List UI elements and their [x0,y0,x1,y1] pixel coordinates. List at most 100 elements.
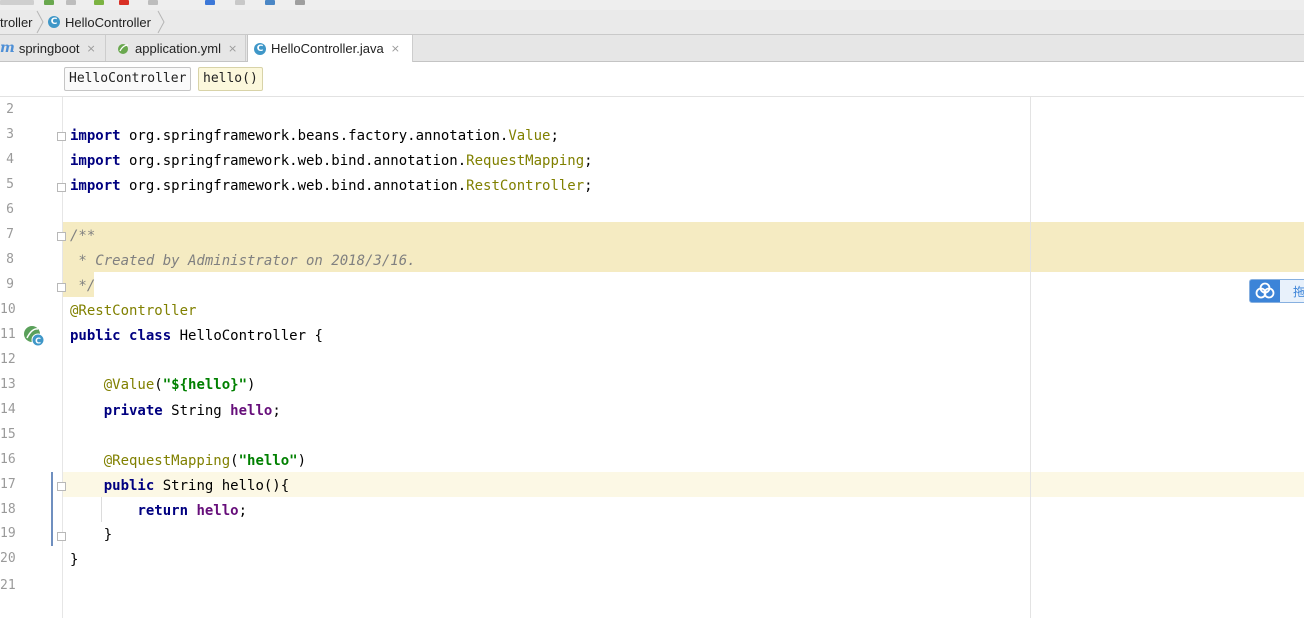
fold-marker-icon[interactable] [57,232,66,241]
breadcrumb-item-class[interactable]: C HelloController [48,10,151,34]
code-line-16[interactable]: @RequestMapping("hello") [70,449,306,474]
paren: ( [154,377,163,393]
line-number: 7 [6,227,14,242]
breadcrumb-label: HelloController [65,14,151,30]
line-number: 14 [0,402,16,417]
tab-application-yml[interactable]: application.yml × [111,35,246,61]
keyword: return [137,503,189,519]
line-number: 16 [0,452,16,467]
code-line-7[interactable]: /** [70,224,95,249]
keyword: import [70,178,121,194]
fold-marker-icon[interactable] [57,132,66,141]
semicolon: ; [550,128,559,144]
code-line-14[interactable]: private String hello; [70,399,281,424]
annotation: @Value [103,377,155,393]
structure-crumb-method[interactable]: hello() [198,67,263,91]
code-line-18[interactable]: return hello; [70,499,247,524]
structure-crumb-class[interactable]: HelloController [64,67,192,91]
import-class: RestController [466,178,585,194]
line-number: 15 [0,427,16,442]
code-line-11[interactable]: public class HelloController { [70,324,323,349]
stop-icon[interactable] [119,0,129,5]
code-line-9[interactable]: */ [70,274,95,299]
line-number: 19 [0,526,16,541]
right-margin-guide [1030,97,1031,618]
semicolon: ; [238,503,248,519]
class-declaration: HelloController { [171,328,323,344]
search-everywhere-icon[interactable] [295,0,305,5]
paren: ) [247,377,256,393]
keyword: public [70,328,121,344]
fold-marker-icon[interactable] [57,283,66,292]
breadcrumb-separator-icon [157,10,165,34]
breadcrumb-label: troller [0,14,33,30]
type-name: String [162,403,231,419]
keyword: private [103,403,163,419]
closing-brace: } [103,527,113,543]
code-line-13[interactable]: @Value("${hello}") [70,373,256,398]
paren: ( [230,453,239,469]
line-number: 5 [6,177,14,192]
package-text: org.springframework.web.bind.annotation. [120,153,467,169]
code-line-20[interactable]: } [70,548,78,573]
field-name: hello [230,403,273,419]
fold-marker-icon[interactable] [57,183,66,192]
floating-cloud-widget[interactable]: 拖 [1249,279,1304,303]
import-class: RequestMapping [466,153,585,169]
close-icon[interactable]: × [228,42,237,55]
field-name: hello [196,503,239,519]
code-line-19[interactable]: } [70,523,112,548]
floating-widget-label: 拖 [1293,285,1304,299]
change-marker[interactable] [51,472,53,546]
code-line-8[interactable]: * Created by Administrator on 2018/3/16. [70,249,415,274]
line-number: 13 [0,377,16,392]
line-number: 2 [6,102,14,117]
build-icon[interactable] [148,0,158,5]
package-text: org.springframework.web.bind.annotation. [120,178,467,194]
line-number: 10 [0,302,16,317]
tab-label: springboot [18,40,80,56]
keyword: import [70,128,121,144]
editor-tab-bar: m springboot × application.yml × C Hello… [0,35,1304,62]
toolbar-button-icon[interactable] [0,0,34,5]
method-declaration: String hello(){ [154,478,290,494]
annotation: @RequestMapping [103,453,231,469]
class-icon: C [48,16,60,28]
tab-springboot[interactable]: m springboot × [0,35,106,61]
string-literal: "hello" [238,453,298,469]
line-number: 9 [6,277,14,292]
maven-module-icon: m [0,40,15,56]
redo-icon[interactable] [66,0,76,5]
tab-hellocontroller-java[interactable]: C HelloController.java × [247,35,413,62]
line-number: 12 [0,352,16,367]
code-line-17[interactable]: public String hello(){ [70,474,289,499]
line-number: 17 [0,477,16,492]
spring-bean-icon[interactable]: C [23,325,47,347]
close-icon[interactable]: × [391,42,400,55]
vcs-icon[interactable] [265,0,275,5]
code-line-5[interactable]: import org.springframework.web.bind.anno… [70,174,593,199]
package-text: org.springframework.beans.factory.annota… [120,128,509,144]
baidu-cloud-icon [1250,280,1280,302]
line-number: 4 [6,152,14,167]
fold-marker-icon[interactable] [57,482,66,491]
line-number: 6 [6,202,14,217]
structure-breadcrumb-bar: HelloController hello() [0,62,1304,97]
run-icon[interactable] [94,0,104,5]
line-number: 3 [6,127,14,142]
sdk-icon[interactable] [235,0,245,5]
keyword: public [103,478,155,494]
close-icon[interactable]: × [87,42,96,55]
project-structure-icon[interactable] [205,0,215,5]
code-line-10[interactable]: @RestController [70,299,196,324]
tab-label: HelloController.java [271,41,384,56]
breadcrumb-item-package[interactable]: troller [0,10,33,34]
keyword: class [129,328,172,344]
paren: ) [297,453,307,469]
fold-marker-icon[interactable] [57,532,66,541]
code-line-3[interactable]: import org.springframework.beans.factory… [70,124,559,149]
breadcrumb-separator-icon [36,10,44,34]
undo-icon[interactable] [44,0,54,5]
code-line-4[interactable]: import org.springframework.web.bind.anno… [70,149,593,174]
spring-yml-icon [118,43,129,54]
